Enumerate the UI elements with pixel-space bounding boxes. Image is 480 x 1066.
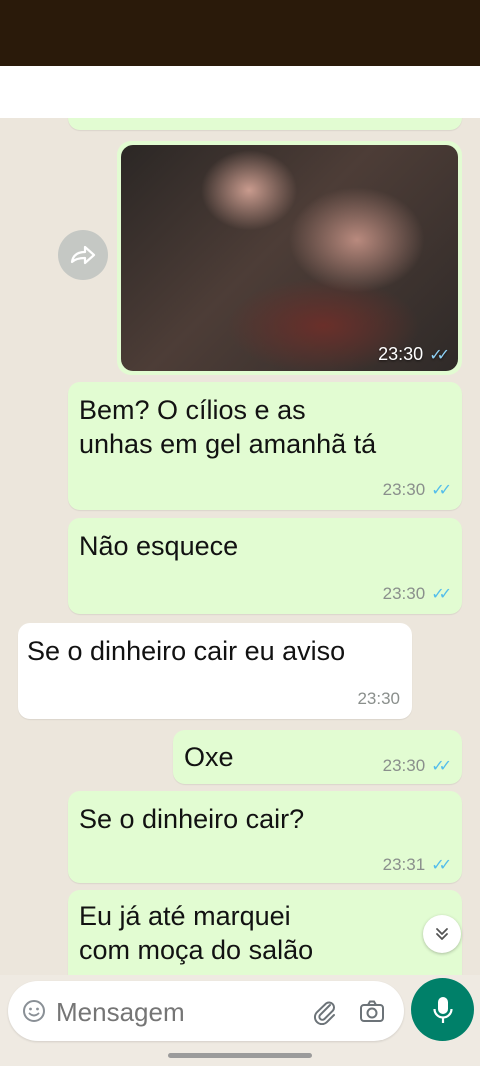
message-bubble[interactable]: Bem? O cílios e as unhas em gel amanhã t… [68, 382, 462, 510]
photo[interactable] [121, 145, 458, 371]
message-composer[interactable] [8, 981, 404, 1041]
forward-button[interactable] [58, 230, 108, 280]
image-message[interactable]: 23:30 ✓✓ [117, 141, 462, 375]
message-time: 23:30 [382, 480, 426, 499]
camera-icon[interactable] [358, 997, 386, 1025]
message-text: Eu já até marquei com moça do salão [79, 901, 314, 965]
status-bar [0, 0, 480, 66]
double-check-icon: ✓✓ [431, 857, 452, 874]
double-check-icon: ✓✓ [431, 482, 452, 499]
message-meta: 23:30 ✓✓ [382, 584, 452, 604]
message-text: Oxe [184, 742, 234, 772]
forward-icon [70, 245, 96, 265]
message-meta: 23:30 ✓✓ [378, 344, 450, 365]
double-check-icon: ✓✓ [431, 758, 452, 775]
message-bubble-partial [68, 118, 462, 130]
message-meta: 23:31 ✓✓ [382, 855, 452, 875]
message-meta: 23:30 ✓✓ [382, 480, 452, 500]
chevron-double-down-icon [436, 928, 448, 940]
paperclip-icon[interactable] [310, 997, 338, 1025]
double-check-icon: ✓✓ [431, 586, 452, 603]
mic-button[interactable] [411, 978, 474, 1041]
message-time: 23:30 [357, 689, 400, 708]
message-bubble-incoming[interactable]: Se o dinheiro cair eu aviso 23:30 [18, 623, 412, 719]
chat-header [0, 66, 480, 118]
message-text: Se o dinheiro cair? [79, 804, 305, 834]
navigation-bar [0, 1044, 480, 1066]
message-meta: 23:30 ✓✓ [382, 756, 452, 776]
chat-area[interactable]: 23:30 ✓✓ Bem? O cílios e as unhas em gel… [0, 118, 480, 975]
home-indicator[interactable] [168, 1053, 312, 1058]
message-meta: 23:30 [357, 689, 400, 709]
message-bubble[interactable]: Se o dinheiro cair? 23:31 ✓✓ [68, 791, 462, 883]
message-bubble[interactable]: Eu já até marquei com moça do salão [68, 890, 462, 975]
message-time: 23:30 [378, 344, 424, 364]
message-bubble[interactable]: Não esquece 23:30 ✓✓ [68, 518, 462, 614]
message-text: Não esquece [79, 531, 239, 561]
message-text: Bem? O cílios e as unhas em gel amanhã t… [79, 395, 377, 459]
message-time: 23:31 [382, 855, 426, 874]
message-time: 23:30 [382, 756, 426, 775]
mic-icon [432, 996, 453, 1023]
emoji-icon[interactable] [22, 999, 46, 1023]
double-check-icon: ✓✓ [429, 346, 450, 364]
message-time: 23:30 [382, 584, 426, 603]
message-bubble[interactable]: Oxe 23:30 ✓✓ [173, 730, 462, 784]
scroll-to-bottom-button[interactable] [423, 915, 461, 953]
message-input[interactable] [54, 991, 298, 1033]
message-text: Se o dinheiro cair eu aviso [27, 636, 346, 666]
